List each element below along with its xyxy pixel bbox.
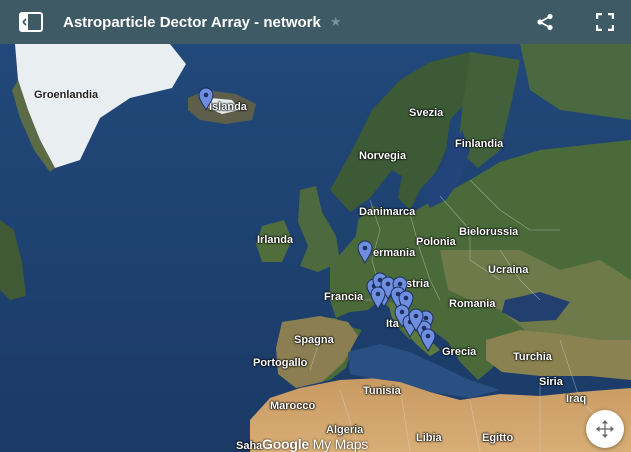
label-sahara: Saha (236, 440, 263, 452)
label-libia: Libia (416, 432, 442, 444)
label-islanda: Islanda (209, 101, 247, 113)
label-austria: stria (406, 278, 430, 290)
map-pin[interactable] (408, 308, 424, 332)
label-tunisia: Tunisia (363, 385, 401, 397)
label-svezia: Svezia (409, 107, 444, 119)
label-iraq: Iraq (566, 393, 587, 405)
map-viewer: Astroparticle Dector Array - network ★ G… (0, 0, 631, 452)
label-polonia: Polonia (416, 236, 456, 248)
label-egitto: Egitto (482, 432, 514, 444)
label-siria: Siria (539, 376, 563, 388)
google-logo-text: Google (262, 436, 310, 452)
label-algeria: Algeria (326, 424, 364, 436)
my-maps-text: My Maps (309, 436, 369, 452)
map-header: Astroparticle Dector Array - network ★ (0, 0, 631, 44)
share-icon (537, 13, 553, 31)
recenter-arrows-icon (596, 420, 614, 438)
label-portogallo: Portogallo (253, 357, 308, 369)
sidebar-toggle-button[interactable] (18, 11, 44, 33)
label-norvegia: Norvegia (359, 150, 407, 162)
satellite-map[interactable] (0, 0, 631, 452)
fullscreen-button[interactable] (593, 10, 617, 34)
label-francia: Francia (324, 291, 364, 303)
map-pin[interactable] (357, 240, 373, 264)
label-danimarca: Danimarca (359, 206, 416, 218)
label-grecia: Grecia (442, 346, 477, 358)
map-pin[interactable] (198, 87, 214, 111)
sidebar-toggle-icon (19, 12, 43, 32)
label-ucraina: Ucraina (488, 264, 529, 276)
label-irlanda: Irlanda (257, 234, 294, 246)
google-my-maps-watermark: Google My Maps (262, 436, 368, 452)
map-title: Astroparticle Dector Array - network (63, 13, 321, 31)
label-turchia: Turchia (513, 351, 552, 363)
label-bielorussia: Bielorussia (459, 226, 519, 238)
label-spagna: Spagna (294, 334, 334, 346)
star-icon[interactable]: ★ (330, 14, 342, 30)
fullscreen-icon (596, 13, 614, 31)
share-button[interactable] (533, 10, 557, 34)
recenter-button[interactable] (586, 410, 624, 448)
label-groenlandia: Groenlandia (34, 89, 99, 101)
label-marocco: Marocco (270, 400, 316, 412)
label-germania: ermania (373, 247, 416, 259)
map-pin[interactable] (370, 286, 386, 310)
label-finlandia: Finlandia (455, 138, 504, 150)
label-romania: Romania (449, 298, 496, 310)
